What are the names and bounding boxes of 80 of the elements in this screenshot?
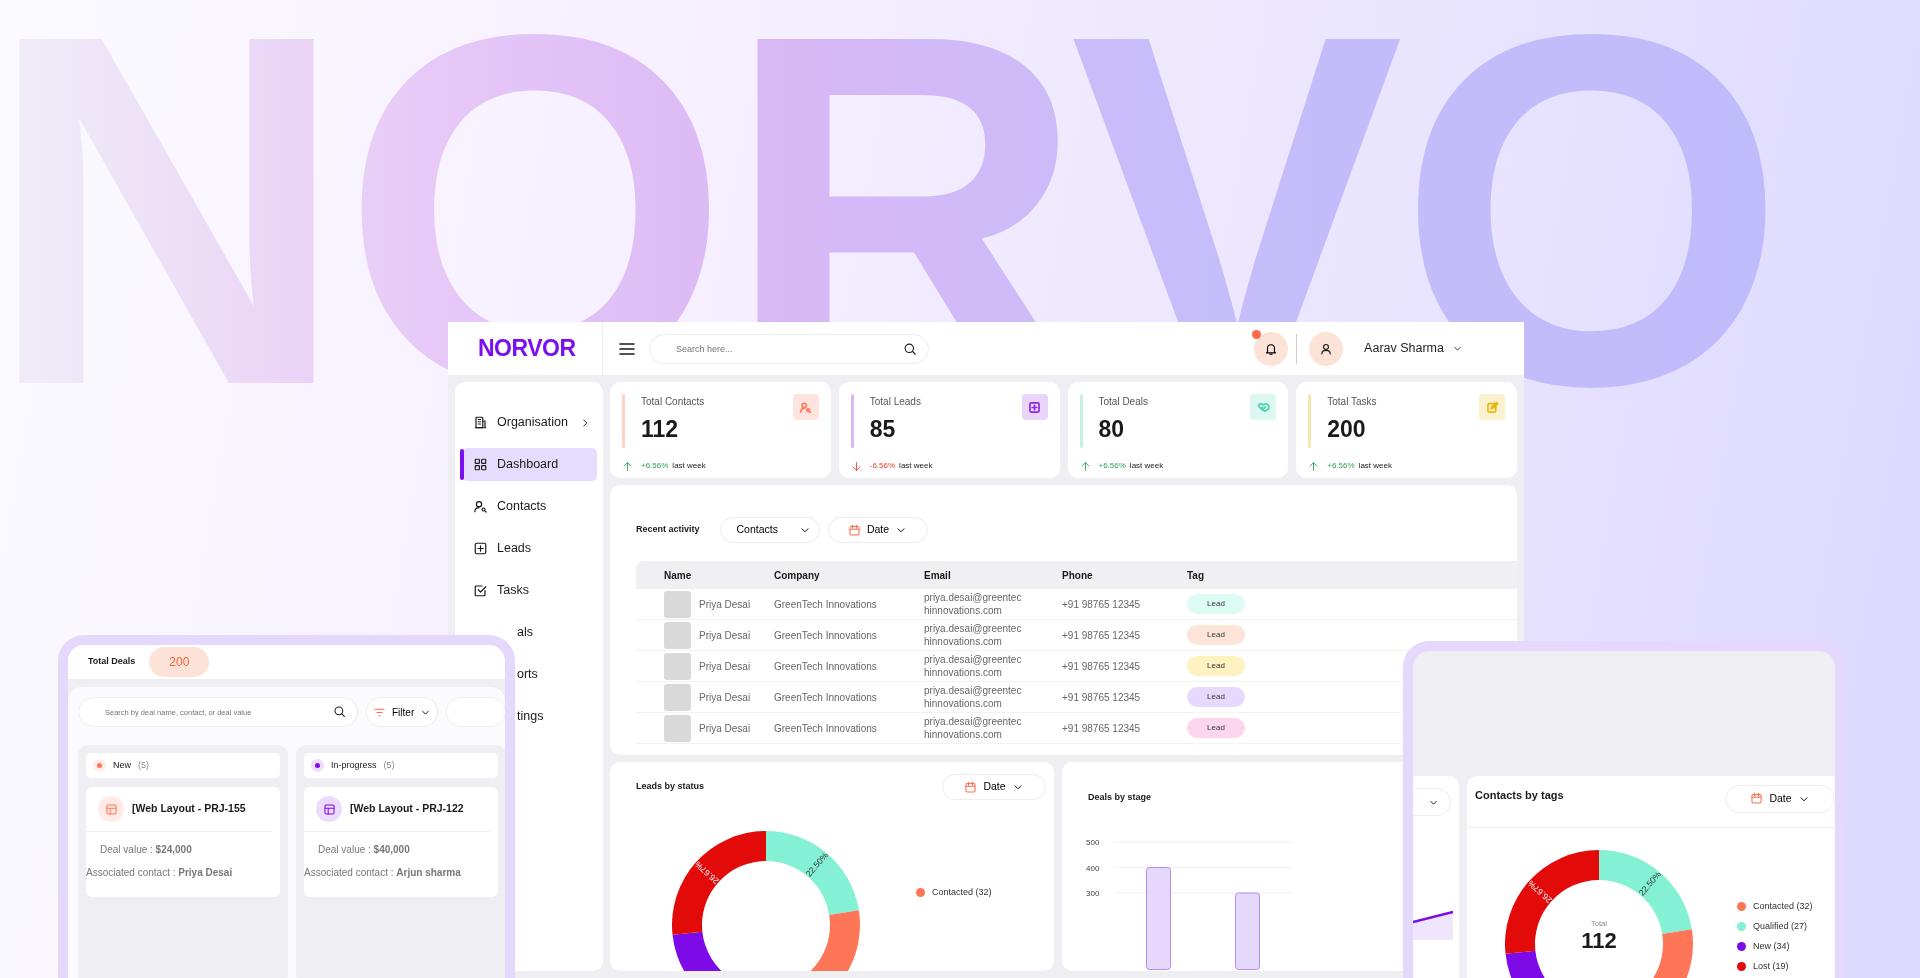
section-title: Recent activity — [636, 523, 700, 537]
stat-label: Total Leads — [869, 395, 922, 409]
filter-button[interactable]: Filter — [366, 697, 439, 727]
table-cell-text: priya.desai@greentechinnovations.com — [924, 714, 1023, 742]
column-header: Company — [774, 568, 821, 583]
legend-label: New (34) — [1753, 940, 1790, 952]
table-cell-text: Priya Desai — [699, 690, 751, 705]
column-header: Name — [664, 568, 693, 583]
table-cell-text: GreenTech Innovations — [774, 721, 878, 736]
stat-value: 200 — [1327, 415, 1367, 444]
table-cell-text: +91 98765 12345 — [1062, 628, 1142, 643]
table-cell-text: +91 98765 12345 — [1062, 721, 1142, 736]
stat-label: Total Tasks — [1327, 395, 1378, 409]
table-cell-text: GreenTech Innovations — [774, 690, 878, 705]
stat-label: Total Contacts — [641, 395, 706, 409]
table-cell-text: GreenTech Innovations — [774, 628, 878, 643]
column-label: In-progress — [331, 758, 377, 772]
deal-title: [Web Layout - PRJ-122 — [350, 801, 464, 817]
total-badge: 200 — [149, 647, 210, 677]
deal-title: [Web Layout - PRJ-155 — [132, 801, 246, 817]
contacts-dropdown[interactable]: Contacts — [719, 517, 820, 543]
stat-value: 85 — [869, 415, 897, 444]
sidebar-item[interactable]: Organisation — [462, 406, 597, 439]
change-period: last week — [1129, 460, 1164, 472]
sidebar-item[interactable]: Tasks — [462, 574, 597, 607]
change-value: +6.56% — [1098, 460, 1126, 472]
total-value: 112 — [1580, 929, 1618, 954]
table-cell-text: +91 98765 12345 — [1062, 690, 1142, 705]
legend-label: Contacted (32) — [932, 886, 992, 899]
column-label: New — [113, 758, 131, 772]
change-value: +6.56% — [641, 460, 669, 472]
legend-label: Lost (19) — [1753, 960, 1789, 972]
tag: Lead — [1187, 594, 1245, 614]
change-period: last week — [672, 460, 706, 472]
table-cell-text: Priya Desai — [699, 659, 751, 674]
table-cell-text: Priya Desai — [699, 721, 751, 736]
change-value: -6.56% — [869, 460, 896, 472]
tag: Lead — [1187, 656, 1245, 676]
sidebar-item[interactable]: Dashboard — [462, 448, 597, 481]
change-period: last week — [899, 460, 933, 472]
table-cell-text: GreenTech Innovations — [774, 597, 878, 612]
table-cell-text: +91 98765 12345 — [1062, 659, 1142, 674]
card-title: Contacts by tags — [1475, 788, 1564, 804]
sidebar-item[interactable]: Contacts — [462, 490, 597, 523]
tag: Lead — [1187, 687, 1245, 707]
table-cell-text: +91 98765 12345 — [1062, 597, 1142, 612]
column-header: Phone — [1062, 568, 1094, 583]
date-dropdown[interactable]: Date — [827, 517, 928, 543]
sidebar-item[interactable]: orts — [517, 658, 597, 691]
legend-label: Contacted (32) — [1753, 900, 1813, 912]
axis-tick: 300 — [1086, 889, 1100, 898]
stat-label: Total Deals — [1098, 395, 1149, 409]
table-cell-text: Priya Desai — [699, 597, 751, 612]
tag: Lead — [1187, 718, 1245, 738]
deal-value: Deal value : $40,000 — [317, 843, 411, 857]
stat-value: 80 — [1098, 415, 1126, 444]
axis-tick: 400 — [1086, 863, 1100, 873]
column-header: Email — [924, 568, 952, 583]
sidebar-item[interactable]: tings — [517, 700, 597, 733]
board-title: Total Deals — [88, 655, 136, 669]
stat-value: 112 — [641, 415, 680, 444]
deal-contact: Associated contact : Priya Desai — [86, 866, 234, 880]
deal-contact: Associated contact : Arjun sharma — [304, 866, 462, 880]
sidebar-item[interactable]: als — [517, 616, 597, 649]
change-period: last week — [1358, 460, 1392, 472]
card-title: Deals by stage — [1088, 791, 1152, 804]
date-dropdown[interactable]: Date — [942, 774, 1046, 800]
date-dropdown[interactable]: Date — [1725, 784, 1835, 813]
column-header: Tag — [1187, 568, 1206, 583]
card-title: Leads by status — [636, 780, 705, 794]
tag: Lead — [1187, 625, 1245, 645]
sidebar-item[interactable]: Leads — [462, 532, 597, 565]
change-value: +6.56% — [1327, 460, 1355, 472]
table-cell-text: GreenTech Innovations — [774, 659, 878, 674]
axis-tick: 500 — [1086, 838, 1100, 847]
deal-value: Deal value : $24,000 — [99, 843, 193, 857]
table-cell-text: Priya Desai — [699, 628, 751, 643]
legend-label: Qualified (27) — [1753, 920, 1808, 932]
column-count: (5) — [138, 758, 149, 772]
column-count: (5) — [383, 758, 395, 772]
